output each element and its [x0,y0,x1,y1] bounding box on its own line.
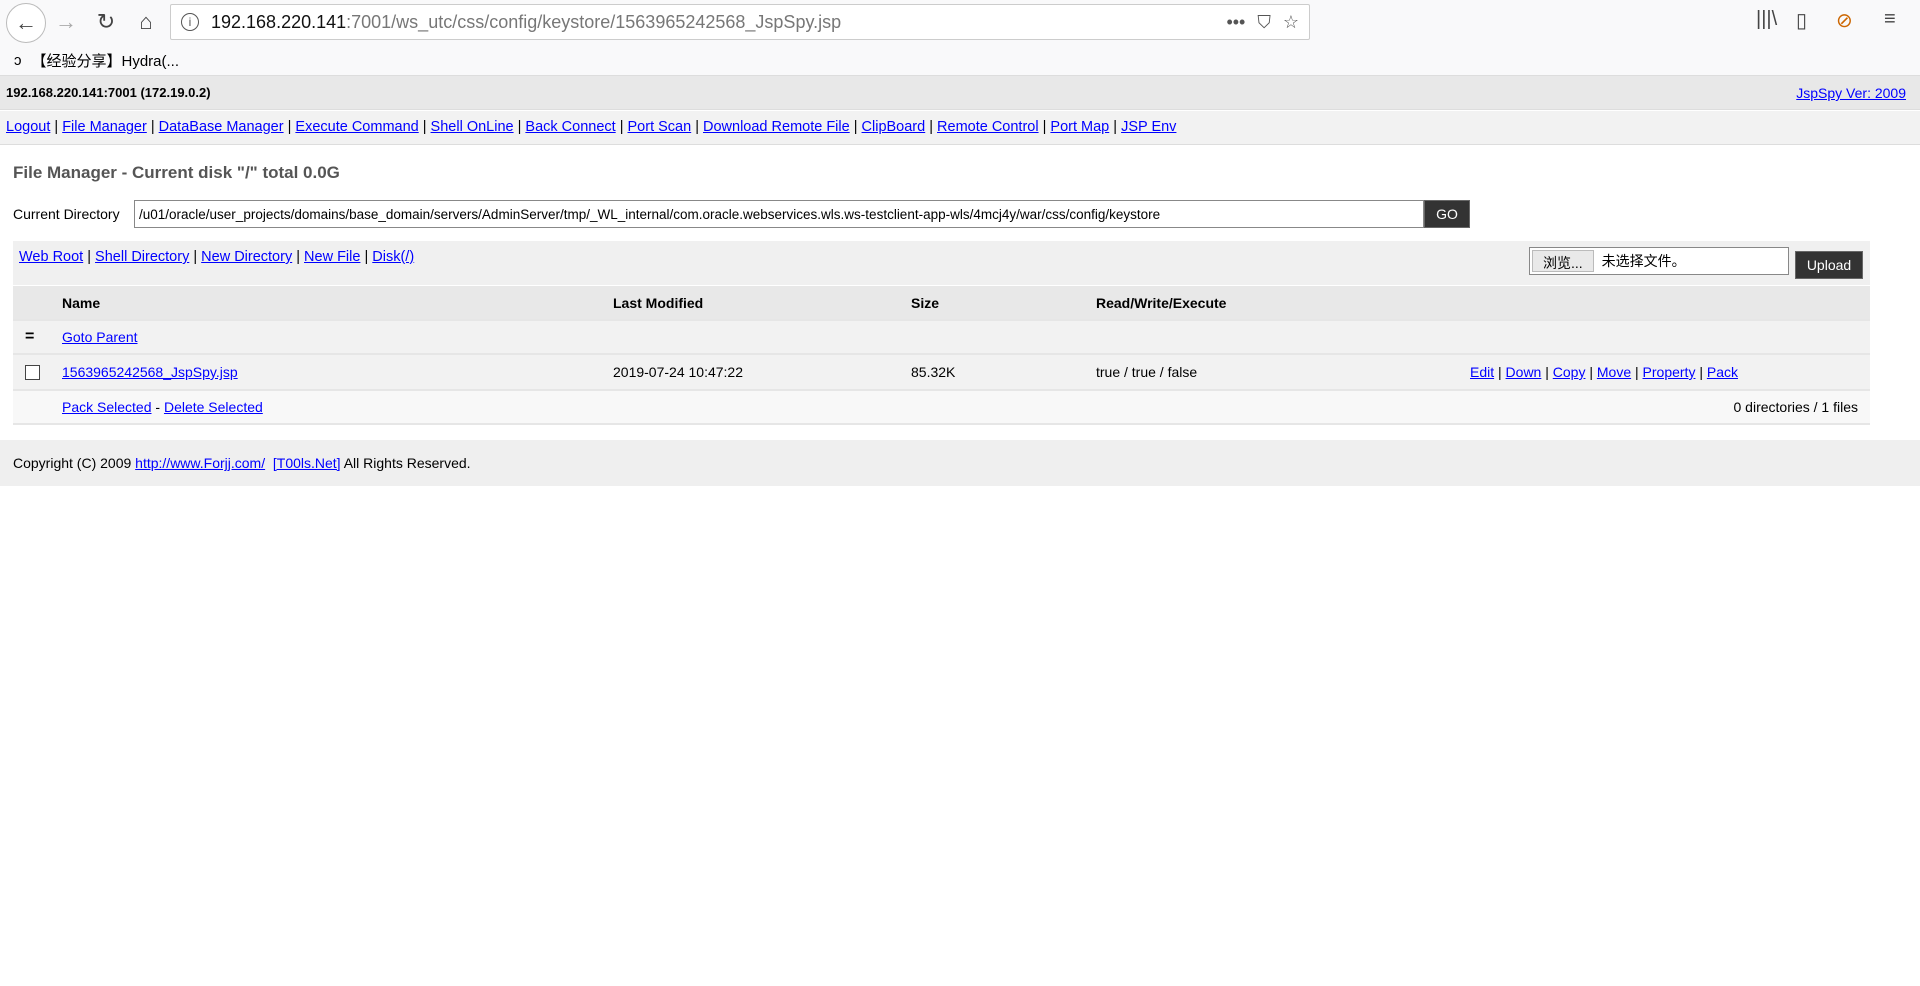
file-name-link[interactable]: 1563965242568_JspSpy.jsp [62,364,238,380]
bookmark-icon: ↄ [14,52,22,69]
table-row: 1563965242568_JspSpy.jsp 2019-07-24 10:4… [13,354,1870,391]
nav-back-connect[interactable]: Back Connect [525,119,615,135]
file-summary: 0 directories / 1 files [1096,390,1870,425]
pocket-icon[interactable]: ⛉ [1257,12,1271,33]
current-directory-input[interactable] [134,200,1424,228]
action-property[interactable]: Property [1643,364,1696,380]
star-icon[interactable]: ☆ [1283,12,1299,33]
file-rwx: true / true / false [1096,354,1470,391]
action-pack[interactable]: Pack [1707,364,1738,380]
more-icon[interactable]: ••• [1226,12,1245,33]
back-icon[interactable]: ← [6,3,46,43]
nav-database-manager[interactable]: DataBase Manager [159,119,284,135]
bookmark-item[interactable]: ↄ 【经验分享】Hydra(... [14,50,179,71]
nav-port-scan[interactable]: Port Scan [628,119,692,135]
host-info: 192.168.220.141:7001 (172.19.0.2) [6,85,211,100]
extension-icon[interactable]: ⊘ [1836,8,1853,33]
go-button[interactable]: GO [1424,200,1470,228]
delete-selected-link[interactable]: Delete Selected [164,399,263,415]
col-size: Size [911,286,1096,321]
info-icon[interactable]: i [181,13,199,31]
footer: Copyright (C) 2009 http://www.Forjj.com/… [0,440,1920,486]
home-icon[interactable]: ⌂ [130,6,162,38]
no-file-label: 未选择文件。 [1601,253,1686,269]
reload-icon[interactable]: ↻ [90,6,122,38]
nav-logout[interactable]: Logout [6,119,50,135]
file-input[interactable]: 浏览... 未选择文件。 [1529,247,1789,275]
main-nav: Logout | File Manager | DataBase Manager… [0,111,1920,145]
version-link[interactable]: JspSpy Ver: 2009 [1796,85,1906,101]
nav-remote-control[interactable]: Remote Control [937,119,1039,135]
action-move[interactable]: Move [1597,364,1631,380]
library-icon[interactable]: |||\ [1756,8,1777,31]
nav-file-manager[interactable]: File Manager [62,119,147,135]
browse-button[interactable]: 浏览... [1532,250,1594,272]
nav-clipboard[interactable]: ClipBoard [862,119,926,135]
tool-disk[interactable]: Disk(/) [372,249,414,265]
tool-new-directory[interactable]: New Directory [201,249,292,265]
table-header: Name Last Modified Size Read/Write/Execu… [13,286,1870,321]
url-path: :7001/ws_utc/css/config/keystore/1563965… [346,11,842,32]
file-actions: Edit | Down | Copy | Move | Property | P… [1470,354,1870,391]
forward-icon[interactable]: → [50,6,82,38]
page-title: File Manager - Current disk "/" total 0.… [13,163,340,182]
nav-execute-command[interactable]: Execute Command [295,119,418,135]
action-copy[interactable]: Copy [1553,364,1586,380]
header-bar: 192.168.220.141:7001 (172.19.0.2) JspSpy… [0,76,1920,110]
tool-web-root[interactable]: Web Root [19,249,83,265]
nav-shell-online[interactable]: Shell OnLine [431,119,514,135]
menu-icon[interactable]: ≡ [1884,8,1896,31]
file-table: Name Last Modified Size Read/Write/Execu… [13,286,1870,425]
pack-selected-link[interactable]: Pack Selected [62,399,152,415]
upload-button[interactable]: Upload [1795,251,1863,279]
forjj-link[interactable]: http://www.Forjj.com/ [135,455,265,471]
nav-port-map[interactable]: Port Map [1050,119,1109,135]
browser-toolbar: ← → ↻ ⌂ i 192.168.220.141:7001/ws_utc/cs… [0,0,1920,76]
sidebar-icon[interactable]: ▯ [1796,8,1807,33]
file-size: 85.32K [911,354,1096,391]
goto-parent-link[interactable]: Goto Parent [62,329,138,345]
col-rwx: Read/Write/Execute [1096,286,1470,321]
action-edit[interactable]: Edit [1470,364,1494,380]
address-bar[interactable]: i 192.168.220.141:7001/ws_utc/css/config… [170,4,1310,40]
file-checkbox[interactable] [25,365,40,381]
parent-icon: = [13,320,62,355]
col-modified: Last Modified [613,286,911,321]
tool-shell-directory[interactable]: Shell Directory [95,249,189,265]
current-directory-label: Current Directory [13,206,120,222]
table-footer-row: Pack Selected - Delete Selected 0 direct… [13,390,1870,425]
tool-new-file[interactable]: New File [304,249,360,265]
nav-jsp-env[interactable]: JSP Env [1121,119,1176,135]
url-host: 192.168.220.141 [211,11,347,32]
file-modified: 2019-07-24 10:47:22 [613,354,911,391]
nav-download-remote-file[interactable]: Download Remote File [703,119,850,135]
parent-row: = Goto Parent [13,320,1870,355]
action-down[interactable]: Down [1506,364,1542,380]
t00ls-link[interactable]: [T00ls.Net] [273,455,341,471]
col-name: Name [62,286,613,321]
